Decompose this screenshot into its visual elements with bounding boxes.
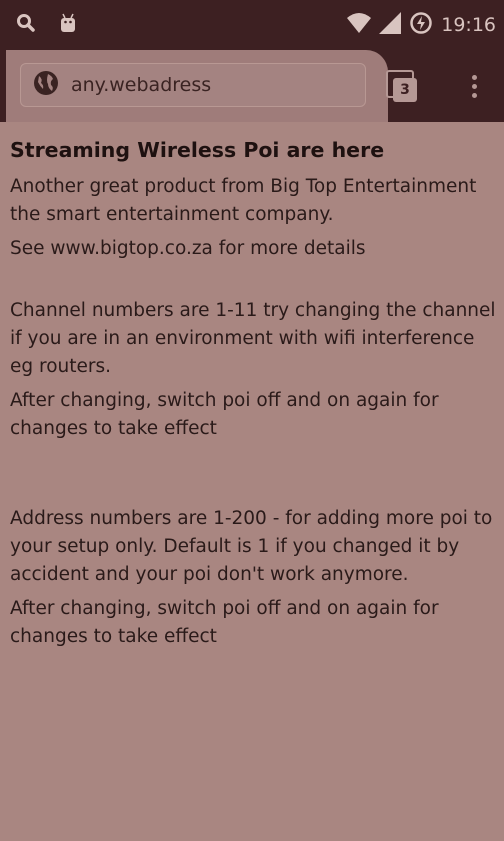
channel-info-text: Channel numbers are 1-11 try changing th… (10, 300, 496, 377)
tabs-button[interactable]: 3 (386, 70, 420, 104)
wifi-icon (347, 12, 372, 38)
globe-icon (33, 70, 59, 100)
address-info-text: Address numbers are 1-200 - for adding m… (10, 508, 493, 585)
url-text: any.webadress (71, 74, 212, 96)
data-saver-icon (409, 11, 433, 39)
tab-count: 3 (393, 78, 417, 102)
url-bar[interactable]: any.webadress (20, 63, 366, 107)
channel-note-text: After changing, switch poi off and on ag… (10, 390, 439, 439)
menu-dot (472, 84, 477, 89)
menu-dot (472, 75, 477, 80)
page-title: Streaming Wireless Poi are here (10, 138, 385, 162)
overflow-menu-icon[interactable] (464, 72, 484, 102)
search-icon (16, 13, 36, 37)
intro-text: Another great product from Big Top Enter… (10, 176, 477, 225)
signal-icon (379, 12, 402, 38)
status-bar: 19:16 (0, 0, 504, 50)
page-content: Streaming Wireless Poi are here Another … (10, 136, 500, 657)
address-note-text: After changing, switch poi off and on ag… (10, 598, 439, 647)
menu-dot (472, 93, 477, 98)
details-text: See www.bigtop.co.za for more details (10, 238, 366, 259)
clock-time: 19:16 (441, 14, 496, 36)
android-icon (58, 12, 78, 38)
